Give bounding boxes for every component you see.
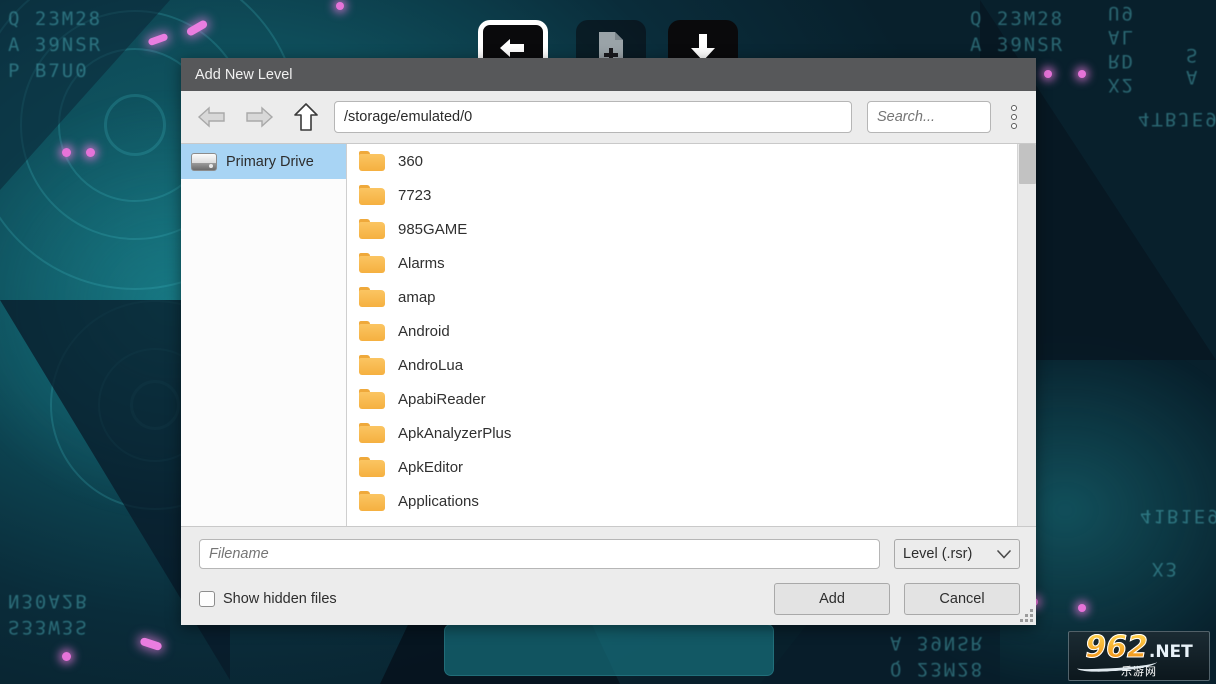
- hud-label: 4TBJE91E: [1138, 108, 1216, 130]
- accent-dot-2: [86, 148, 95, 157]
- place-item[interactable]: Primary Drive: [181, 144, 346, 179]
- place-item-label: Primary Drive: [226, 153, 314, 170]
- file-list-item[interactable]: AndroLua: [347, 348, 1017, 382]
- hud-label: X2: [1108, 74, 1135, 96]
- hud-label: 41B1E91E: [1140, 505, 1216, 527]
- dialog-title: Add New Level: [195, 66, 293, 83]
- hud-label: N30A2B: [8, 590, 89, 612]
- hud-label: X3: [1152, 558, 1179, 580]
- folder-icon: [359, 219, 385, 239]
- file-list[interactable]: 360 7723 985GAME Alarms amap Android AndroLua A…: [347, 144, 1017, 526]
- arrow-right-icon: [246, 106, 274, 128]
- hud-label: U9: [1108, 2, 1135, 24]
- file-list-container: 360 7723 985GAME Alarms amap Android AndroLua A…: [347, 144, 1036, 526]
- nav-up-button[interactable]: [287, 100, 325, 134]
- folder-icon: [359, 457, 385, 477]
- file-list-scrollbar[interactable]: [1017, 144, 1036, 526]
- cancel-button[interactable]: Cancel: [904, 583, 1020, 615]
- file-list-item-label: 7723: [398, 186, 432, 204]
- hud-label: AL: [1108, 26, 1135, 48]
- file-list-item[interactable]: ApkEditor: [347, 450, 1017, 484]
- folder-icon: [359, 253, 385, 273]
- file-list-item[interactable]: 360: [347, 144, 1017, 178]
- hard-drive-icon: [191, 152, 217, 171]
- game-bottom-panel: [444, 624, 774, 676]
- arrow-up-icon: [294, 103, 318, 131]
- more-options-button[interactable]: [1000, 100, 1028, 134]
- file-list-item[interactable]: Alarms: [347, 246, 1017, 280]
- filename-row: Level (.rsr): [199, 539, 1020, 569]
- path-input[interactable]: [334, 101, 852, 133]
- folder-icon: [359, 355, 385, 375]
- file-list-item[interactable]: Android: [347, 314, 1017, 348]
- folder-icon: [359, 423, 385, 443]
- folder-icon: [359, 151, 385, 171]
- filename-input[interactable]: [199, 539, 880, 569]
- hud-label: A S: [1186, 44, 1200, 88]
- hud-label: S33W3S: [8, 616, 89, 638]
- search-input[interactable]: [867, 101, 991, 133]
- accent-dot-5: [1078, 70, 1086, 78]
- file-list-item[interactable]: amap: [347, 280, 1017, 314]
- arrow-left-icon: [197, 106, 225, 128]
- add-button[interactable]: Add: [774, 583, 890, 615]
- show-hidden-files-toggle[interactable]: Show hidden files: [199, 591, 337, 607]
- folder-icon: [359, 185, 385, 205]
- more-vertical-icon-dot-3: [1011, 123, 1017, 129]
- site-watermark: 962 .NET 乐游网: [1068, 631, 1210, 681]
- file-list-item-label: amap: [398, 288, 436, 306]
- nav-back-button[interactable]: [193, 100, 231, 134]
- accent-dot-3: [336, 2, 344, 10]
- file-list-item-label: ApkEditor: [398, 458, 464, 476]
- filetype-select[interactable]: Level (.rsr): [894, 539, 1020, 569]
- hud-label: A 39NSR: [8, 34, 103, 56]
- accent-dot-4: [1044, 70, 1052, 78]
- more-vertical-icon-dot-1: [1011, 105, 1017, 111]
- file-list-item[interactable]: 7723: [347, 178, 1017, 212]
- more-vertical-icon-dot-2: [1011, 114, 1017, 120]
- navigation-bar: [181, 91, 1036, 143]
- resize-grip[interactable]: [1019, 608, 1033, 622]
- folder-icon: [359, 287, 385, 307]
- hud-label: Q 23M28: [8, 8, 103, 30]
- dialog-titlebar: Add New Level: [181, 58, 1036, 91]
- file-list-item-label: AndroLua: [398, 356, 464, 374]
- hud-label: A 39NSR: [890, 632, 985, 654]
- nav-forward-button[interactable]: [240, 100, 278, 134]
- file-list-item-label: 360: [398, 152, 424, 170]
- actions-row: Show hidden files Add Cancel: [199, 583, 1020, 615]
- folder-icon: [359, 491, 385, 511]
- folder-icon: [359, 389, 385, 409]
- accent-dot-8: [62, 652, 71, 661]
- accent-dot-7: [1078, 604, 1086, 612]
- folder-icon: [359, 321, 385, 341]
- file-list-item-label: Android: [398, 322, 450, 340]
- file-list-item-label: ApabiReader: [398, 390, 486, 408]
- hud-label: Q 23M28: [890, 658, 985, 680]
- file-list-item[interactable]: ApkAnalyzerPlus: [347, 416, 1017, 450]
- show-hidden-files-checkbox[interactable]: [199, 591, 215, 607]
- dialog-body: Primary Drive 360 7723 985GAME Alarms amap An…: [181, 143, 1036, 527]
- file-list-item[interactable]: 985GAME: [347, 212, 1017, 246]
- file-list-item[interactable]: Applications: [347, 484, 1017, 518]
- show-hidden-files-label: Show hidden files: [223, 591, 337, 607]
- hud-label: A 39NSR: [970, 34, 1065, 56]
- accent-dot-1: [62, 148, 71, 157]
- hud-label: P B7U0: [8, 60, 89, 82]
- hud-label: RD: [1108, 50, 1135, 72]
- hud-label: Q 23M28: [970, 8, 1065, 30]
- file-list-item-label: Applications: [398, 492, 479, 510]
- file-list-item[interactable]: ApabiReader: [347, 382, 1017, 416]
- places-sidebar: Primary Drive: [181, 144, 347, 526]
- chevron-down-icon: [997, 549, 1011, 559]
- scrollbar-thumb[interactable]: [1019, 144, 1036, 184]
- file-list-item-label: 985GAME: [398, 220, 468, 238]
- file-list-item-label: ApkAnalyzerPlus: [398, 424, 512, 442]
- file-picker-dialog: Add New Level Primary Drive 36: [181, 58, 1036, 625]
- dialog-footer: Level (.rsr) Show hidden files Add Cance…: [181, 527, 1036, 625]
- file-list-item-label: Alarms: [398, 254, 445, 272]
- filetype-selected-label: Level (.rsr): [903, 546, 973, 562]
